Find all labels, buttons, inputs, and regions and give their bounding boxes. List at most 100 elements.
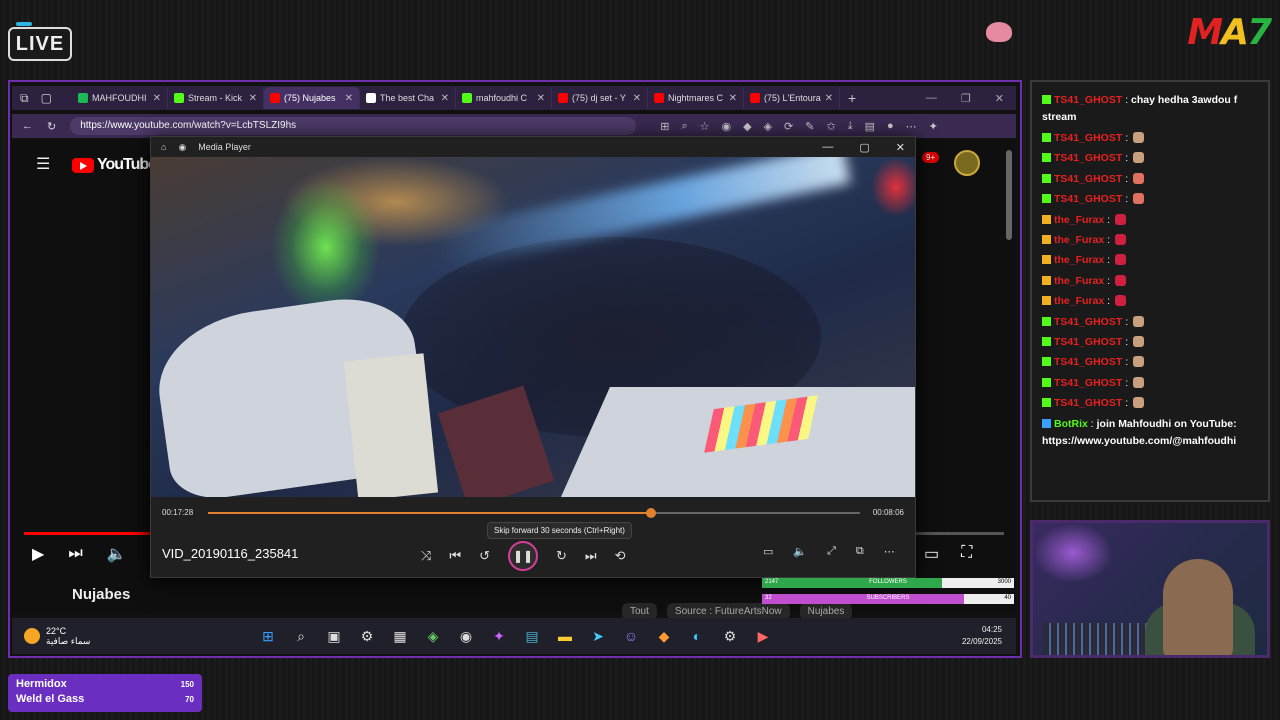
app-icon[interactable]: ➤ <box>588 628 608 645</box>
chat-username[interactable]: TS41_GHOST <box>1054 94 1122 106</box>
extension-icon[interactable]: ✎ <box>805 120 814 133</box>
tab[interactable]: The best Cha ✕ <box>360 87 456 109</box>
tab-close-icon[interactable]: ✕ <box>825 93 833 104</box>
chat-username[interactable]: TS41_GHOST <box>1054 397 1122 409</box>
tab-close-icon[interactable]: ✕ <box>729 93 737 104</box>
fullscreen-icon[interactable]: ⛶ <box>961 544 972 564</box>
chat-username[interactable]: BotRix <box>1054 418 1088 430</box>
app-icon[interactable]: ▦ <box>390 628 410 645</box>
zoom-icon[interactable]: ⌕ <box>681 120 687 133</box>
more-icon[interactable]: ⋯ <box>884 545 895 558</box>
extension-icon[interactable]: ◆ <box>743 120 751 133</box>
notification-badge[interactable]: 9+ <box>922 152 940 163</box>
tab[interactable]: MAHFOUDHI ✕ <box>72 87 168 109</box>
favorites-bar-icon[interactable]: ✩ <box>826 120 835 133</box>
back-icon[interactable]: ← <box>22 120 33 132</box>
mini-player-icon[interactable]: ⧉ <box>856 545 864 558</box>
tab[interactable]: Nightmares C ✕ <box>648 87 744 109</box>
refresh-icon[interactable]: ↻ <box>47 120 56 133</box>
skip-forward-icon[interactable]: ↻ <box>556 548 567 564</box>
weather-widget[interactable]: 22°C سماء صافية <box>12 626 252 647</box>
theater-mode-icon[interactable]: ▭ <box>924 544 939 564</box>
tab-close-icon[interactable]: ✕ <box>633 93 641 104</box>
more-icon[interactable]: ⋯ <box>906 120 917 133</box>
subtitles-icon[interactable]: ▭ <box>763 545 773 558</box>
avatar[interactable] <box>954 150 980 176</box>
chat-username[interactable]: TS41_GHOST <box>1054 377 1122 389</box>
tab-close-icon[interactable]: ✕ <box>441 93 449 104</box>
tab-close-icon[interactable]: ✕ <box>537 93 545 104</box>
play-icon[interactable]: ▶ <box>32 544 44 564</box>
workspaces-icon[interactable]: ⧉ <box>20 91 29 106</box>
tab[interactable]: (75) dj set - Y ✕ <box>552 87 648 109</box>
chat-username[interactable]: TS41_GHOST <box>1054 316 1122 328</box>
edge-icon[interactable]: ◐ <box>687 628 707 645</box>
extension-icon[interactable]: ◉ <box>721 120 731 133</box>
restore-icon[interactable]: ❐ <box>961 92 971 105</box>
chat-username[interactable]: the_Furax <box>1054 254 1104 266</box>
previous-icon[interactable]: ⏮ <box>449 548 461 564</box>
menu-icon[interactable]: ☰ <box>36 154 50 174</box>
video-frame[interactable] <box>151 157 915 497</box>
new-tab-button[interactable]: + <box>840 90 864 106</box>
app-icon[interactable]: ▤ <box>522 628 542 645</box>
profile-icon[interactable]: ● <box>887 120 894 133</box>
volume-icon[interactable]: 🔈 <box>107 544 127 564</box>
chat-username[interactable]: the_Furax <box>1054 214 1104 226</box>
chat-username[interactable]: TS41_GHOST <box>1054 356 1122 368</box>
system-clock[interactable]: 04:25 22/09/2025 <box>962 624 1016 648</box>
pause-button[interactable]: ❚❚ <box>508 541 539 571</box>
search-icon[interactable]: ⌕ <box>291 628 311 645</box>
discord-icon[interactable]: ☺ <box>621 628 641 645</box>
volume-icon[interactable]: 🔈 <box>793 545 807 558</box>
fullscreen-icon[interactable]: ⤢ <box>827 545 836 558</box>
chat-username[interactable]: the_Furax <box>1054 234 1104 246</box>
maximize-icon[interactable]: ▢ <box>859 141 869 154</box>
chat-username[interactable]: the_Furax <box>1054 275 1104 287</box>
media-player-icon[interactable]: ▶ <box>753 628 773 645</box>
tab[interactable]: (75) L'Entoura ✕ <box>744 87 840 109</box>
chat-username[interactable]: TS41_GHOST <box>1054 193 1122 205</box>
video-title[interactable]: Nujabes <box>72 586 130 603</box>
app-icon[interactable]: ⚙ <box>720 628 740 645</box>
favorite-icon[interactable]: ☆ <box>700 120 710 133</box>
start-icon[interactable]: ⊞ <box>258 628 278 645</box>
task-view-icon[interactable]: ▣ <box>324 628 344 645</box>
close-icon[interactable]: ✕ <box>896 141 905 154</box>
extension-icon[interactable]: ◈ <box>764 120 772 133</box>
seek-handle[interactable] <box>646 508 657 518</box>
url-field[interactable]: https://www.youtube.com/watch?v=LcbTSLZI… <box>70 117 637 135</box>
tab-close-icon[interactable]: ✕ <box>345 93 353 104</box>
collections-icon[interactable]: ▤ <box>865 120 875 133</box>
chat-username[interactable]: TS41_GHOST <box>1054 336 1122 348</box>
repeat-icon[interactable]: ⟲ <box>615 548 626 564</box>
chat-username[interactable]: TS41_GHOST <box>1054 152 1122 164</box>
skip-back-icon[interactable]: ↺ <box>479 548 490 564</box>
chat-username[interactable]: the_Furax <box>1054 295 1104 307</box>
download-icon[interactable]: ⤓ <box>848 120 853 133</box>
chat-username[interactable]: TS41_GHOST <box>1054 173 1122 185</box>
close-icon[interactable]: ✕ <box>995 92 1004 105</box>
seek-bar[interactable] <box>208 508 860 518</box>
tab[interactable]: mahfoudhi C ✕ <box>456 87 552 109</box>
app-icon[interactable]: ◆ <box>654 628 674 645</box>
tab-close-icon[interactable]: ✕ <box>249 93 257 104</box>
tab-list-icon[interactable]: ▢ <box>41 91 52 106</box>
minimize-icon[interactable]: — <box>822 141 833 154</box>
next-icon[interactable]: ⏭ <box>585 548 597 564</box>
folder-icon[interactable]: ▬ <box>555 628 575 645</box>
minimize-icon[interactable]: — <box>926 92 937 105</box>
tab[interactable]: (75) Nujabes ✕ <box>264 87 360 109</box>
extension-icon[interactable]: ⟳ <box>784 120 793 133</box>
next-icon[interactable]: ⏭ <box>68 545 82 563</box>
tab[interactable]: Stream - Kick ✕ <box>168 87 264 109</box>
app-icon[interactable]: ⊞ <box>660 120 669 133</box>
youtube-logo[interactable]: YouTube <box>72 156 157 174</box>
app-icon[interactable]: ◈ <box>423 628 443 645</box>
scrollbar[interactable] <box>1006 150 1012 240</box>
copilot-icon[interactable]: ✦ <box>929 120 938 133</box>
shuffle-icon[interactable]: ⤨ <box>421 548 431 564</box>
app-icon[interactable]: ⚙ <box>357 628 377 645</box>
tab-close-icon[interactable]: ✕ <box>153 93 161 104</box>
app-icon[interactable]: ✦ <box>489 628 509 645</box>
